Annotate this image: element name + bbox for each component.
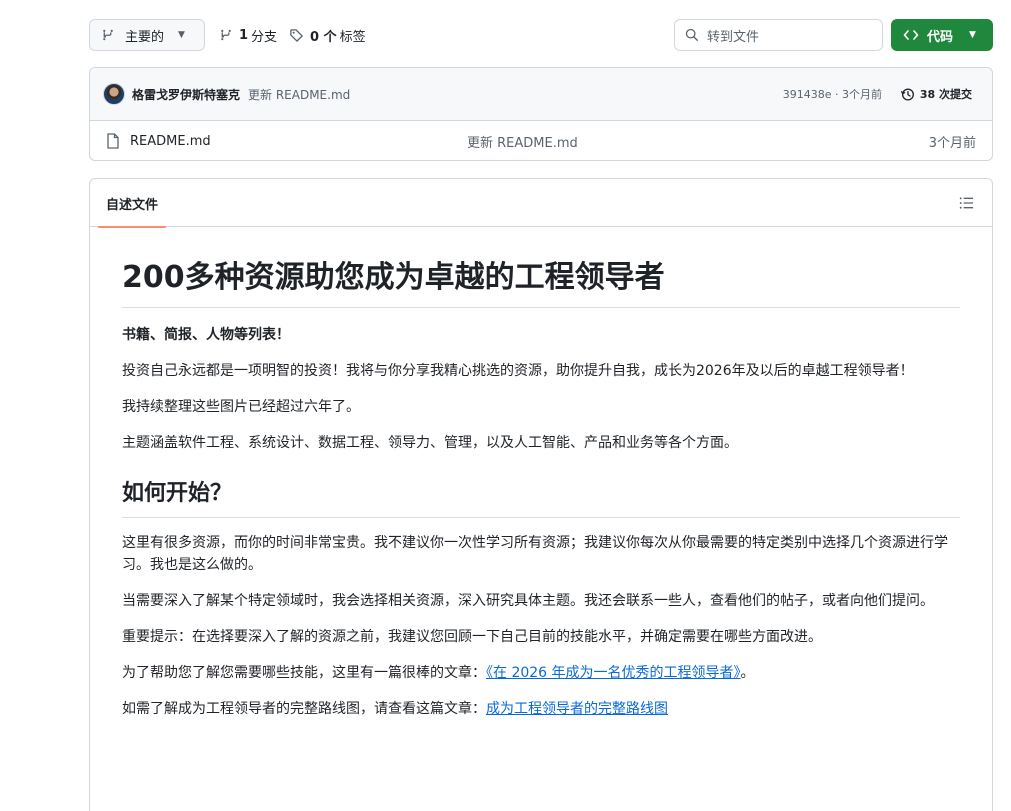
- readme-subtitle: 书籍、简报、人物等列表！: [122, 327, 290, 343]
- paragraph-deep-dive: 当需要深入了解某个特定领域时，我会选择相关资源，深入研究具体主题。我还会联系一些…: [122, 593, 934, 609]
- commit-message[interactable]: 更新 README.md: [248, 86, 350, 103]
- readme-body: 200多种资源助您成为卓越的工程领导者 书籍、简报、人物等列表！ 投资自己永远都…: [90, 259, 992, 720]
- latest-commit-row: 格雷戈罗伊斯特塞克 更新 README.md 391438e · 3个月前 38…: [90, 68, 992, 121]
- section-heading-getting-started: 如何开始？: [122, 478, 960, 518]
- tag-icon: [290, 28, 304, 42]
- commit-sha-age[interactable]: 391438e · 3个月前: [783, 86, 882, 102]
- branches-link[interactable]: 1 分支: [219, 19, 277, 51]
- branch-name: 主要的: [125, 29, 165, 45]
- branch-selector-button[interactable]: 主要的 ▼: [89, 19, 205, 51]
- readme-header: 自述文件: [90, 179, 992, 228]
- paragraph-years: 我持续整理这些图片已经超过六年了。: [122, 399, 360, 415]
- file-name[interactable]: README.md: [130, 134, 211, 149]
- paragraph-roadmap: 如需了解成为工程领导者的完整路线图，请查看这篇文章：成为工程领导者的完整路线图: [122, 698, 960, 720]
- avatar[interactable]: [103, 83, 125, 105]
- code-button[interactable]: 代码 ▼: [891, 19, 993, 51]
- roadmap-prefix: 如需了解成为工程领导者的完整路线图，请查看这篇文章：: [122, 701, 486, 717]
- skills-article-link[interactable]: 《在 2026 年成为一名优秀的工程领导者》: [486, 665, 741, 681]
- tag-count: 0 个: [310, 29, 337, 45]
- paragraph-advice: 这里有很多资源，而你的时间非常宝贵。我不建议你一次性学习所有资源；我建议你每次从…: [122, 535, 948, 573]
- code-label: 代码: [927, 29, 954, 45]
- tag-word: 标签: [339, 29, 366, 45]
- search-icon: [685, 28, 698, 41]
- code-icon: [903, 30, 919, 40]
- file-browser: 格雷戈罗伊斯特塞克 更新 README.md 391438e · 3个月前 38…: [89, 67, 993, 161]
- skills-article-prefix: 为了帮助您了解您需要哪些技能，这里有一篇很棒的文章：: [122, 665, 486, 681]
- chevron-down-icon: ▼: [178, 30, 185, 40]
- file-age: 3个月前: [928, 135, 976, 151]
- skills-article-suffix: 。: [740, 665, 755, 681]
- repo-toolbar: 主要的 ▼ 1 分支 0 个 标签 转到文件 代码 ▼: [89, 19, 993, 51]
- branch-word: 分支: [251, 29, 278, 45]
- commit-count: 38 次提交: [919, 88, 972, 101]
- commit-history-link[interactable]: 38 次提交: [900, 86, 972, 102]
- go-to-file-input[interactable]: 转到文件: [674, 19, 883, 51]
- readme-title: 200多种资源助您成为卓越的工程领导者: [122, 259, 960, 308]
- file-row[interactable]: README.md 更新 README.md 3个月前: [90, 121, 992, 160]
- tab-readme[interactable]: 自述文件: [97, 179, 167, 228]
- branch-count: 1: [239, 27, 249, 43]
- git-branch-icon: [103, 29, 113, 41]
- file-commit-message[interactable]: 更新 README.md: [467, 132, 578, 151]
- roadmap-link[interactable]: 成为工程领导者的完整路线图: [486, 701, 668, 717]
- readme-panel: 自述文件 200多种资源助您成为卓越的工程领导者 书籍、简报、人物等列表！ 投资…: [89, 178, 993, 811]
- history-icon: [900, 88, 914, 100]
- list-unordered-icon[interactable]: [959, 196, 974, 210]
- paragraph-intro: 投资自己永远都是一项明智的投资！我将与你分享我精心挑选的资源，助你提升自我，成长…: [122, 363, 914, 379]
- paragraph-skills-article: 为了帮助您了解您需要哪些技能，这里有一篇很棒的文章：《在 2026 年成为一名优…: [122, 662, 960, 684]
- paragraph-tip: 重要提示：在选择要深入了解的资源之前，我建议您回顾一下自己目前的技能水平，并确定…: [122, 629, 822, 645]
- chevron-down-icon: ▼: [969, 30, 976, 40]
- tags-link[interactable]: 0 个 标签: [289, 19, 366, 51]
- file-icon: [107, 133, 119, 149]
- search-placeholder: 转到文件: [707, 29, 760, 45]
- commit-author[interactable]: 格雷戈罗伊斯特塞克: [132, 86, 240, 103]
- git-branch-icon: [221, 29, 231, 41]
- paragraph-topics: 主题涵盖软件工程、系统设计、数据工程、领导力、管理，以及人工智能、产品和业务等各…: [122, 435, 738, 451]
